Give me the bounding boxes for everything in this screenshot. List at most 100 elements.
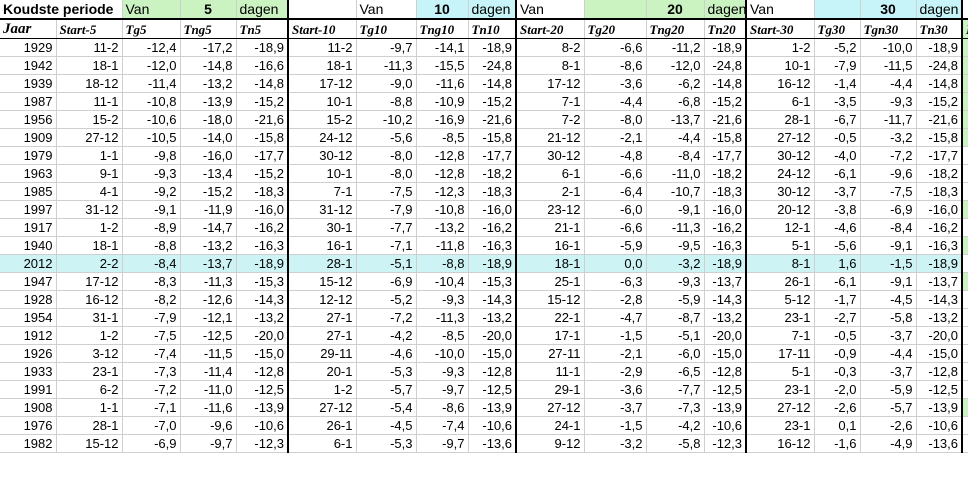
table-cell[interactable]: -7,9 xyxy=(814,56,861,75)
group-5-days[interactable]: 5 xyxy=(180,0,237,19)
table-cell[interactable]: -15,8 xyxy=(916,128,963,147)
table-cell[interactable]: -5,6 xyxy=(814,236,861,255)
table-cell[interactable]: -8,8 xyxy=(356,92,417,111)
edge-cell[interactable] xyxy=(962,218,968,237)
table-cell[interactable]: 1987 xyxy=(0,92,57,111)
group-20-van[interactable]: Van xyxy=(516,0,585,19)
sheet-title[interactable]: Koudste periode xyxy=(0,0,123,19)
table-cell[interactable]: -14,3 xyxy=(704,290,747,309)
table-cell[interactable]: -15,2 xyxy=(236,164,289,183)
table-cell[interactable]: -15,8 xyxy=(468,128,517,147)
table-cell[interactable]: -7,2 xyxy=(356,308,417,327)
table-cell[interactable]: -5,1 xyxy=(646,326,705,345)
table-cell[interactable]: -16,6 xyxy=(236,56,289,75)
table-cell[interactable]: -12,3 xyxy=(416,182,469,201)
table-cell[interactable]: -15,0 xyxy=(468,344,517,363)
table-cell[interactable]: -13,9 xyxy=(916,398,963,417)
table-cell[interactable]: 3-12 xyxy=(56,344,123,363)
table-cell[interactable]: 27-12 xyxy=(288,398,357,417)
table-cell[interactable]: 1997 xyxy=(0,200,57,219)
table-cell[interactable]: -12,6 xyxy=(180,290,237,309)
table-cell[interactable]: 27-11 xyxy=(516,344,585,363)
table-cell[interactable]: -12,5 xyxy=(704,380,747,399)
table-cell[interactable]: -6,4 xyxy=(584,182,647,201)
table-cell[interactable]: 23-1 xyxy=(56,362,123,381)
group-30-blank[interactable] xyxy=(814,0,861,19)
table-cell[interactable]: -7,4 xyxy=(122,344,181,363)
table-cell[interactable]: -14,7 xyxy=(180,218,237,237)
table-cell[interactable]: -8,4 xyxy=(122,254,181,273)
table-cell[interactable]: 10-1 xyxy=(288,92,357,111)
table-cell[interactable]: 29-1 xyxy=(516,380,585,399)
table-cell[interactable]: -4,2 xyxy=(646,416,705,435)
table-cell[interactable]: 4-1 xyxy=(56,182,123,201)
table-cell[interactable]: -3,2 xyxy=(646,254,705,273)
edge-cell[interactable] xyxy=(962,308,968,327)
table-cell[interactable]: -14,1 xyxy=(416,38,469,57)
table-cell[interactable]: 27-1 xyxy=(288,308,357,327)
col-header[interactable]: Start-10 xyxy=(288,18,357,39)
table-cell[interactable]: -8,5 xyxy=(416,326,469,345)
table-cell[interactable]: -6,2 xyxy=(646,74,705,93)
table-cell[interactable]: -15,8 xyxy=(704,128,747,147)
table-cell[interactable]: -12,5 xyxy=(468,380,517,399)
table-cell[interactable]: -18,9 xyxy=(236,254,289,273)
table-cell[interactable]: -4,7 xyxy=(584,308,647,327)
table-cell[interactable]: -9,3 xyxy=(416,290,469,309)
table-cell[interactable]: -5,3 xyxy=(356,434,417,453)
table-cell[interactable]: -11,3 xyxy=(416,308,469,327)
table-cell[interactable]: -6,6 xyxy=(584,164,647,183)
table-cell[interactable]: -6,6 xyxy=(584,218,647,237)
table-cell[interactable]: -11,5 xyxy=(180,344,237,363)
table-cell[interactable]: 5-12 xyxy=(746,290,815,309)
table-cell[interactable]: -8,8 xyxy=(122,236,181,255)
edge-cell[interactable] xyxy=(962,200,968,219)
table-cell[interactable]: -9,7 xyxy=(180,434,237,453)
col-header[interactable]: Tg10 xyxy=(356,18,417,39)
table-cell[interactable]: -24,8 xyxy=(704,56,747,75)
table-cell[interactable]: -10,4 xyxy=(416,272,469,291)
table-cell[interactable]: -9,8 xyxy=(122,146,181,165)
table-cell[interactable]: -6,1 xyxy=(814,272,861,291)
table-cell[interactable]: -3,6 xyxy=(584,74,647,93)
col-header[interactable]: Start-5 xyxy=(56,18,123,39)
table-cell[interactable]: -11,5 xyxy=(860,56,917,75)
table-cell[interactable]: -7,3 xyxy=(122,362,181,381)
table-cell[interactable]: 27-12 xyxy=(746,128,815,147)
table-cell[interactable]: 18-1 xyxy=(288,56,357,75)
table-cell[interactable]: -24,8 xyxy=(916,56,963,75)
table-cell[interactable]: 1982 xyxy=(0,434,57,453)
table-cell[interactable]: -16,0 xyxy=(468,200,517,219)
table-cell[interactable]: -6,0 xyxy=(646,344,705,363)
table-cell[interactable]: 8-1 xyxy=(516,56,585,75)
table-cell[interactable]: 5-1 xyxy=(746,236,815,255)
table-cell[interactable]: -17,7 xyxy=(704,146,747,165)
table-cell[interactable]: -11,0 xyxy=(646,164,705,183)
table-cell[interactable]: -5,2 xyxy=(356,290,417,309)
group-20-blank[interactable] xyxy=(584,0,647,19)
col-header[interactable]: Tn5 xyxy=(236,18,289,39)
table-cell[interactable]: -14,8 xyxy=(916,74,963,93)
table-cell[interactable]: -18,9 xyxy=(916,254,963,273)
table-cell[interactable]: 18-12 xyxy=(56,74,123,93)
table-cell[interactable]: -7,7 xyxy=(646,380,705,399)
table-cell[interactable]: 21-1 xyxy=(516,218,585,237)
edge-cell[interactable] xyxy=(962,344,968,363)
table-cell[interactable]: 1909 xyxy=(0,128,57,147)
table-cell[interactable]: -0,9 xyxy=(814,344,861,363)
table-cell[interactable]: 30-12 xyxy=(516,146,585,165)
table-cell[interactable]: 1928 xyxy=(0,290,57,309)
edge-cell[interactable] xyxy=(962,110,968,129)
table-cell[interactable]: -21,6 xyxy=(236,110,289,129)
table-cell[interactable]: -2,1 xyxy=(584,128,647,147)
table-cell[interactable]: 1-2 xyxy=(288,380,357,399)
table-cell[interactable]: -11,3 xyxy=(356,56,417,75)
table-cell[interactable]: -10,5 xyxy=(122,128,181,147)
table-cell[interactable]: -10,6 xyxy=(236,416,289,435)
table-cell[interactable]: 27-12 xyxy=(56,128,123,147)
table-cell[interactable]: -10,6 xyxy=(704,416,747,435)
table-cell[interactable]: -5,9 xyxy=(646,290,705,309)
table-cell[interactable]: 15-12 xyxy=(56,434,123,453)
table-cell[interactable]: -15,2 xyxy=(236,92,289,111)
table-cell[interactable]: -8,0 xyxy=(584,110,647,129)
